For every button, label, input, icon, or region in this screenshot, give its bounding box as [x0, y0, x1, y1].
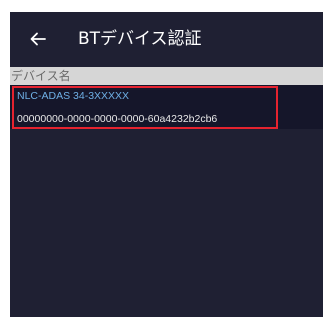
section-header: デバイス名 — [10, 67, 323, 85]
section-label: デバイス名 — [11, 69, 71, 83]
back-button[interactable] — [26, 26, 50, 52]
device-list-item[interactable]: NLC-ADAS 34-3XXXXX 00000000-0000-0000-00… — [10, 85, 323, 129]
app-bar: BTデバイス認証 — [10, 12, 323, 67]
device-id: 00000000-0000-0000-0000-60a4232b2cb6 — [17, 113, 218, 125]
bt-device-auth-screen: BTデバイス認証 デバイス名 NLC-ADAS 34-3XXXXX 000000… — [10, 12, 323, 317]
arrow-left-icon — [30, 32, 46, 46]
device-name: NLC-ADAS 34-3XXXXX — [17, 90, 130, 102]
page-title: BTデバイス認証 — [78, 29, 202, 49]
